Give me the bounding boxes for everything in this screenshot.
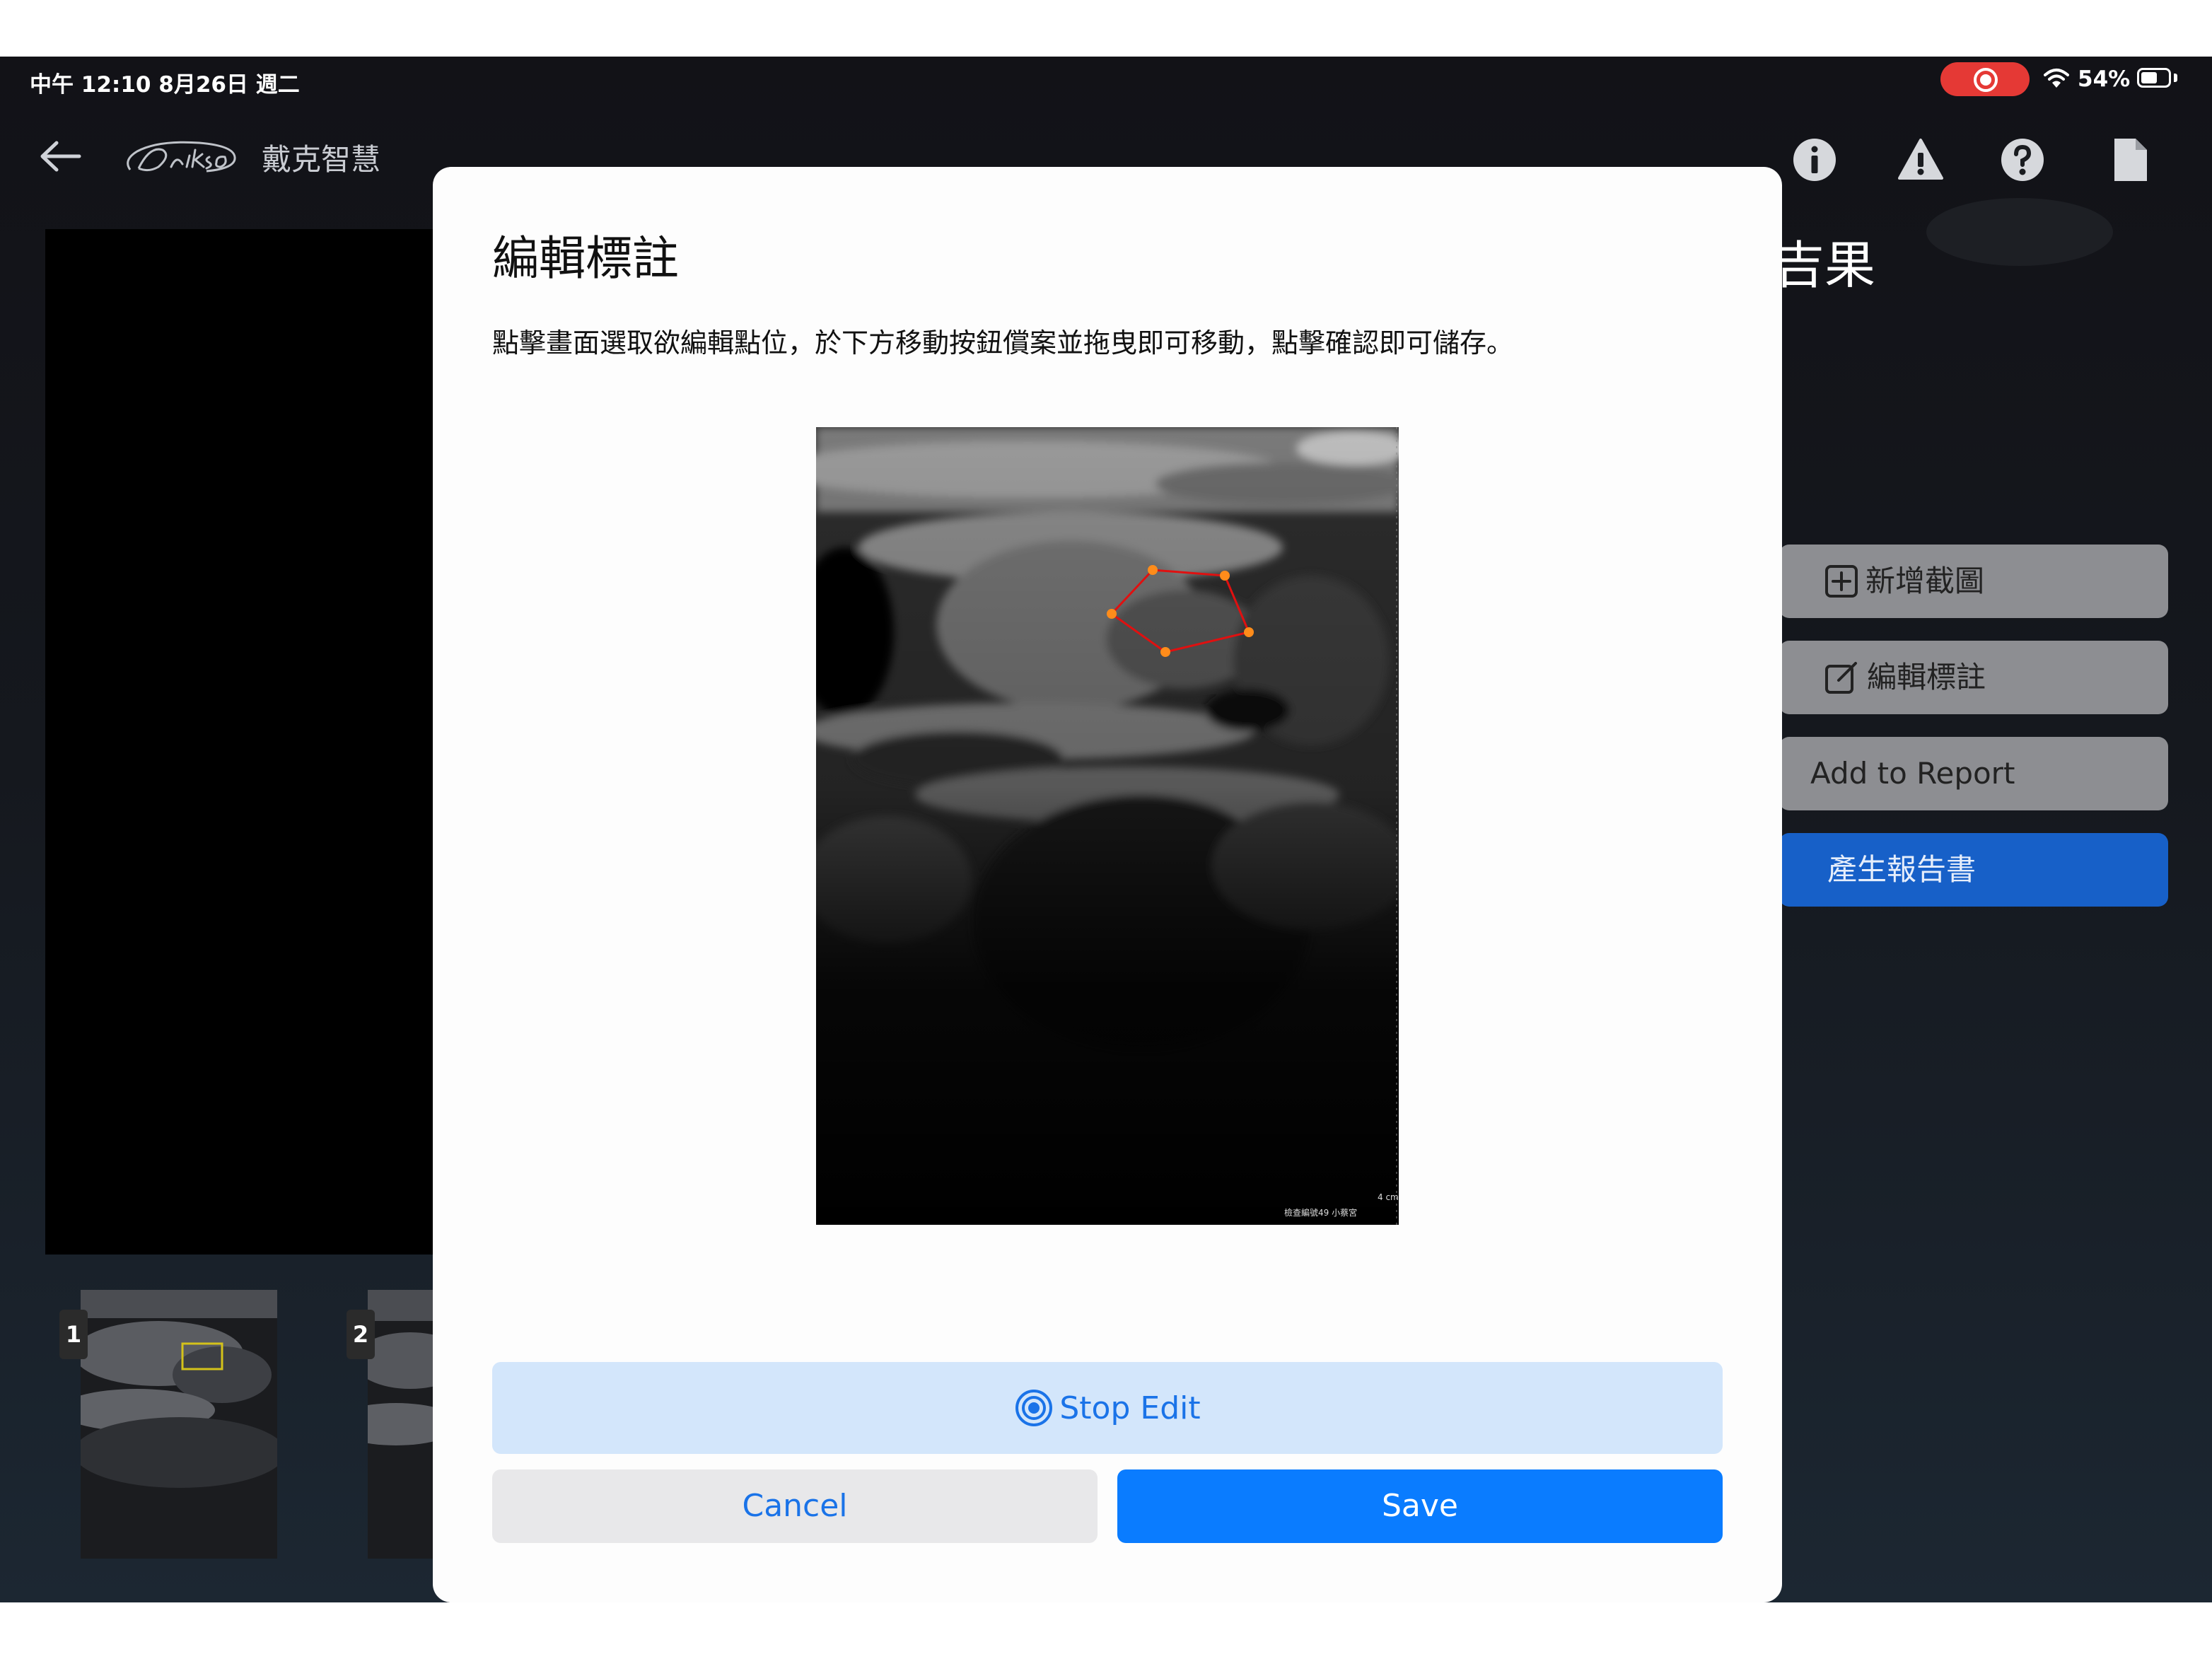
dialog-title: 編輯標註	[492, 231, 679, 286]
add-screenshot-button[interactable]: 新增截圖	[1779, 545, 2168, 618]
daikso-logo	[127, 141, 236, 173]
target-icon	[1015, 1390, 1053, 1426]
thumbnail-1[interactable]	[81, 1290, 277, 1559]
thumbnail-2[interactable]	[368, 1290, 438, 1559]
plus-square-icon	[1825, 565, 1858, 598]
generate-report-button[interactable]: 產生報告書	[1779, 833, 2168, 907]
warning-icon[interactable]	[1897, 136, 1945, 184]
redacted-avatar	[1926, 198, 2113, 266]
result-title: 吉果	[1774, 235, 1876, 295]
status-time: 中午 12:10 8月26日 週二	[30, 72, 300, 98]
edit-annotation-dialog: 編輯標註 點擊畫面選取欲編輯點位，於下方移動按鈕償案並拖曳即可移動，點擊確認即可…	[433, 167, 1782, 1602]
edit-square-icon	[1825, 662, 1857, 694]
info-icon[interactable]	[1791, 136, 1839, 184]
wifi-icon	[2044, 69, 2069, 88]
battery-percent: 54%	[2078, 66, 2131, 92]
help-icon[interactable]	[1998, 136, 2047, 184]
edit-annotation-button[interactable]: 編輯標註	[1779, 641, 2168, 714]
edit-annotation-label: 編輯標註	[1867, 660, 1986, 694]
thumbnail-number: 1	[59, 1310, 88, 1359]
image-caption: 檢查編號49 小蔡宮	[1284, 1208, 1358, 1218]
stop-edit-label: Stop Edit	[1059, 1390, 1201, 1426]
app-screen: 中午 12:10 8月26日 週二 54% 戴克智慧 1 2 吉果 新增截圖 編…	[0, 57, 2212, 1602]
cancel-button[interactable]: Cancel	[492, 1469, 1098, 1543]
dialog-description: 點擊畫面選取欲編輯點位，於下方移動按鈕償案並拖曳即可移動，點擊確認即可儲存。	[492, 327, 1514, 359]
ultrasound-image[interactable]: 4 cm 檢查編號49 小蔡宮	[816, 427, 1399, 1225]
save-button[interactable]: Save	[1117, 1469, 1723, 1543]
add-screenshot-label: 新增截圖	[1865, 564, 1985, 598]
stop-edit-button[interactable]: Stop Edit	[492, 1362, 1723, 1454]
image-scale-label: 4 cm	[1378, 1192, 1399, 1202]
status-bar: 中午 12:10 8月26日 週二 54%	[0, 57, 2212, 107]
back-arrow-icon[interactable]	[40, 140, 82, 173]
battery-icon	[2137, 68, 2171, 88]
add-to-report-button[interactable]: Add to Report	[1779, 737, 2168, 810]
brand-name: 戴克智慧	[262, 142, 381, 177]
thumbnail-number: 2	[347, 1310, 375, 1359]
screen-recording-icon[interactable]	[1940, 62, 2030, 96]
image-viewer-panel	[45, 229, 441, 1255]
document-icon[interactable]	[2106, 136, 2154, 184]
